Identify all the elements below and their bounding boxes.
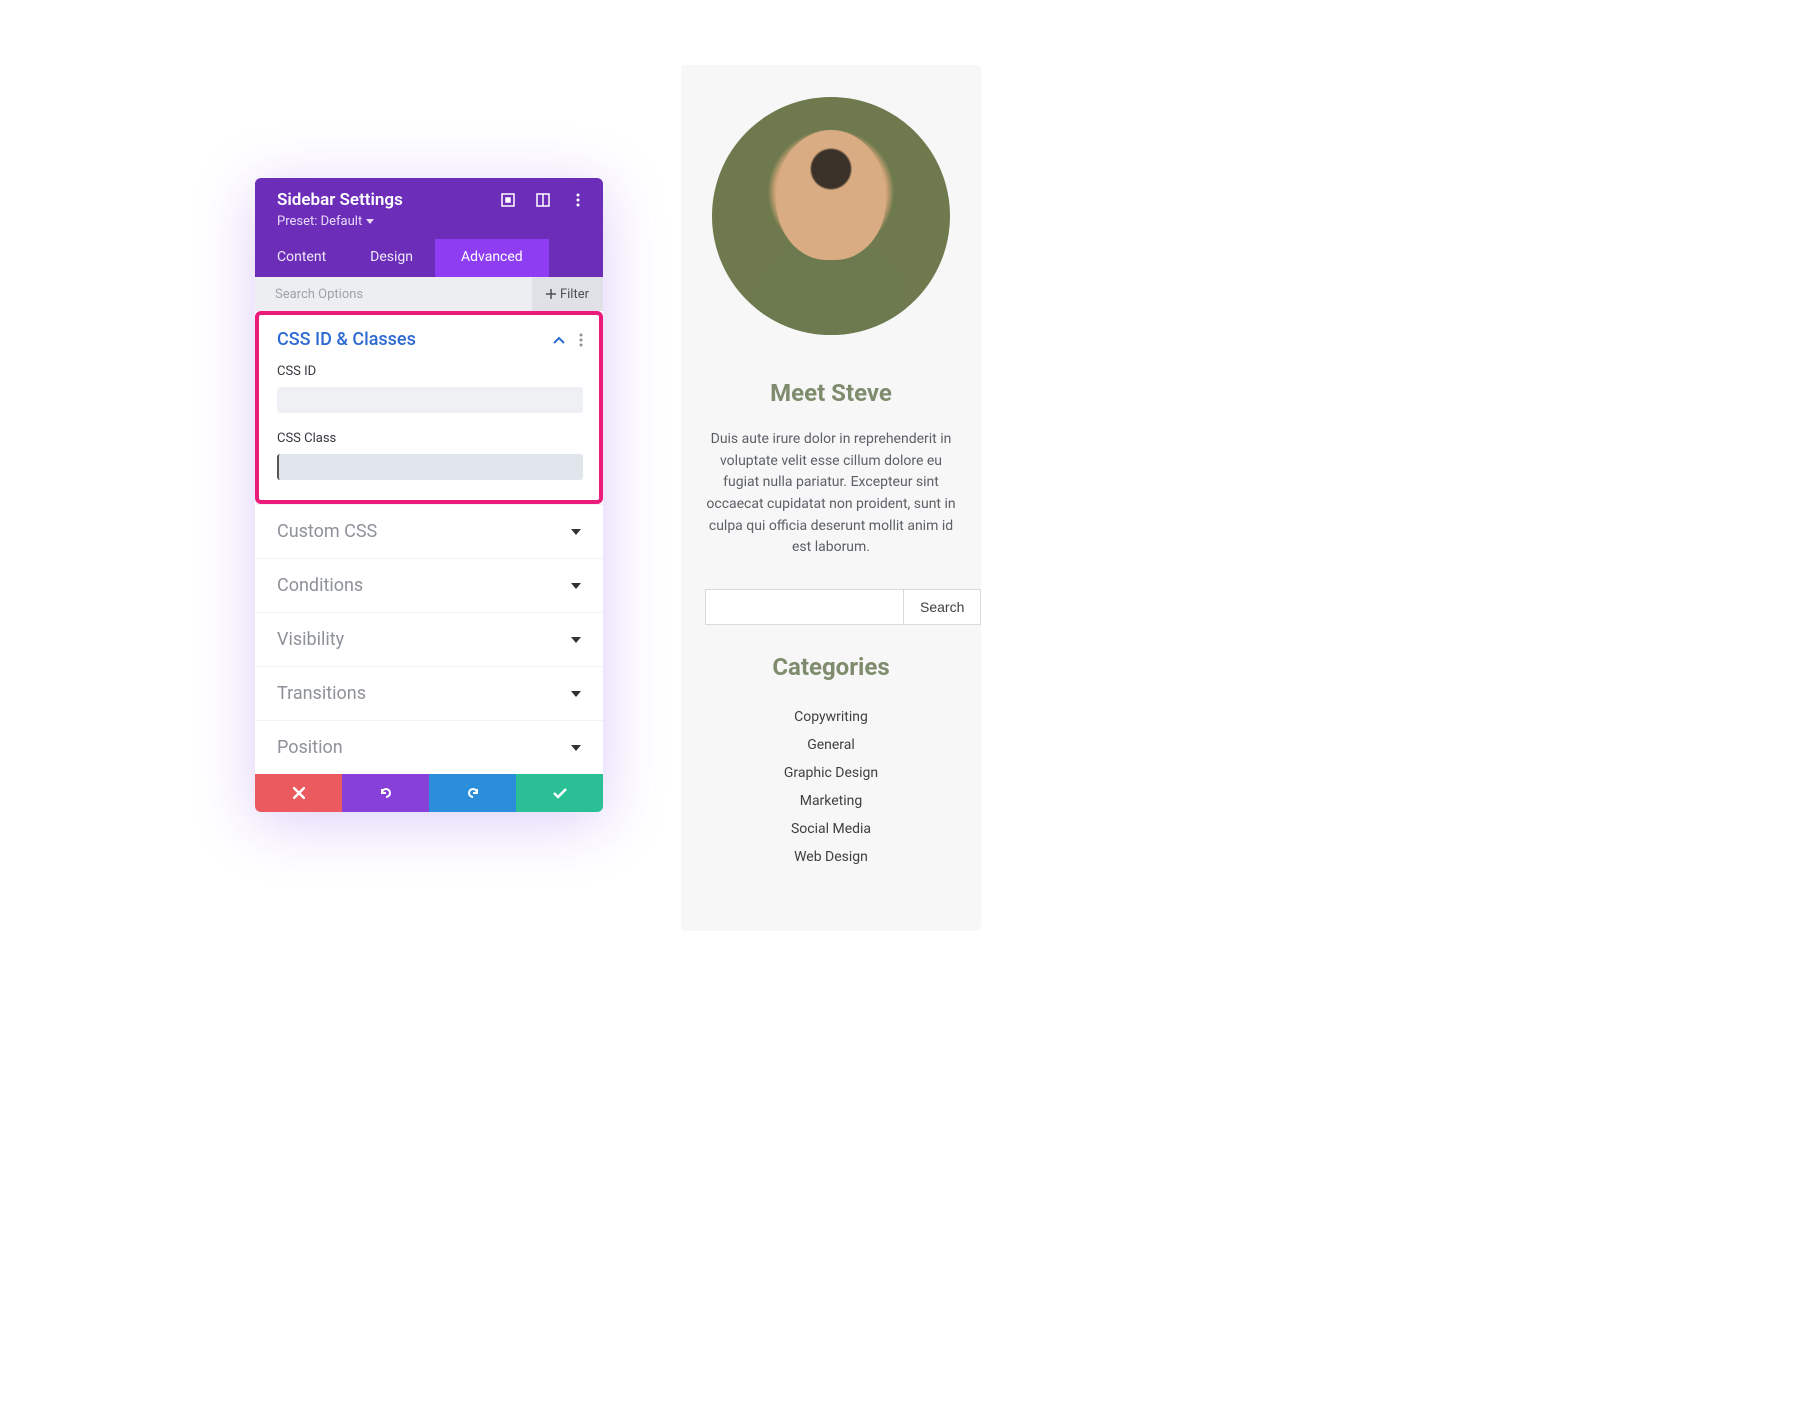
section-title-css-id-classes[interactable]: CSS ID & Classes — [277, 329, 416, 350]
category-link[interactable]: Marketing — [705, 787, 957, 815]
preview-body: Duis aute irure dolor in reprehenderit i… — [705, 429, 957, 559]
section-title: Transitions — [277, 683, 366, 704]
category-link[interactable]: Social Media — [705, 815, 957, 843]
panel-footer — [255, 774, 603, 812]
caret-down-icon — [366, 219, 374, 224]
category-link[interactable]: General — [705, 731, 957, 759]
plus-icon — [546, 289, 556, 299]
undo-icon — [379, 786, 393, 800]
section-conditions[interactable]: Conditions — [255, 558, 603, 612]
search-form: Search — [705, 589, 957, 625]
section-title: Conditions — [277, 575, 363, 596]
avatar — [712, 97, 950, 335]
search-options-input[interactable]: Search Options — [275, 287, 363, 302]
search-button[interactable]: Search — [903, 589, 981, 625]
expand-icon[interactable] — [500, 193, 515, 208]
preview-heading: Meet Steve — [705, 379, 957, 407]
preview-sidebar: Meet Steve Duis aute irure dolor in repr… — [681, 65, 981, 931]
label-css-class: CSS Class — [277, 431, 583, 446]
kebab-menu-icon[interactable] — [570, 193, 585, 208]
preset-label: Preset: Default — [277, 214, 362, 229]
preset-selector[interactable]: Preset: Default — [277, 214, 374, 229]
section-transitions[interactable]: Transitions — [255, 666, 603, 720]
search-input[interactable] — [705, 589, 903, 625]
input-css-class[interactable] — [277, 454, 583, 480]
chevron-up-icon[interactable] — [553, 336, 565, 344]
categories-heading: Categories — [705, 653, 957, 681]
panel-layout-icon[interactable] — [535, 193, 550, 208]
css-id-classes-section: CSS ID & Classes CSS ID CSS Class — [255, 311, 603, 504]
cancel-button[interactable] — [255, 774, 342, 812]
chevron-down-icon — [571, 691, 581, 697]
section-title: Custom CSS — [277, 521, 377, 542]
tab-design[interactable]: Design — [348, 239, 435, 277]
filter-button[interactable]: Filter — [532, 277, 603, 311]
section-title: Position — [277, 737, 343, 758]
filter-label: Filter — [560, 287, 589, 302]
save-button[interactable] — [516, 774, 603, 812]
section-title: Visibility — [277, 629, 344, 650]
panel-title: Sidebar Settings — [277, 190, 403, 210]
label-css-id: CSS ID — [277, 364, 583, 379]
panel-header: Sidebar Settings Preset: Default — [255, 178, 603, 239]
category-link[interactable]: Copywriting — [705, 703, 957, 731]
category-link[interactable]: Graphic Design — [705, 759, 957, 787]
category-link[interactable]: Web Design — [705, 843, 957, 871]
categories-list: Copywriting General Graphic Design Marke… — [705, 703, 957, 871]
section-custom-css[interactable]: Custom CSS — [255, 504, 603, 558]
chevron-down-icon — [571, 745, 581, 751]
chevron-down-icon — [571, 583, 581, 589]
section-position[interactable]: Position — [255, 720, 603, 774]
tabs: Content Design Advanced — [255, 239, 603, 277]
tab-advanced[interactable]: Advanced — [435, 239, 549, 277]
sidebar-settings-panel: Sidebar Settings Preset: Default Content… — [255, 178, 603, 812]
input-css-id[interactable] — [277, 387, 583, 413]
check-icon — [553, 788, 567, 799]
search-options-row: Search Options Filter — [255, 277, 603, 311]
chevron-down-icon — [571, 529, 581, 535]
tab-content[interactable]: Content — [255, 239, 348, 277]
redo-icon — [466, 786, 480, 800]
section-visibility[interactable]: Visibility — [255, 612, 603, 666]
close-icon — [293, 787, 305, 799]
chevron-down-icon — [571, 637, 581, 643]
section-kebab-icon[interactable] — [579, 333, 583, 347]
undo-button[interactable] — [342, 774, 429, 812]
redo-button[interactable] — [429, 774, 516, 812]
